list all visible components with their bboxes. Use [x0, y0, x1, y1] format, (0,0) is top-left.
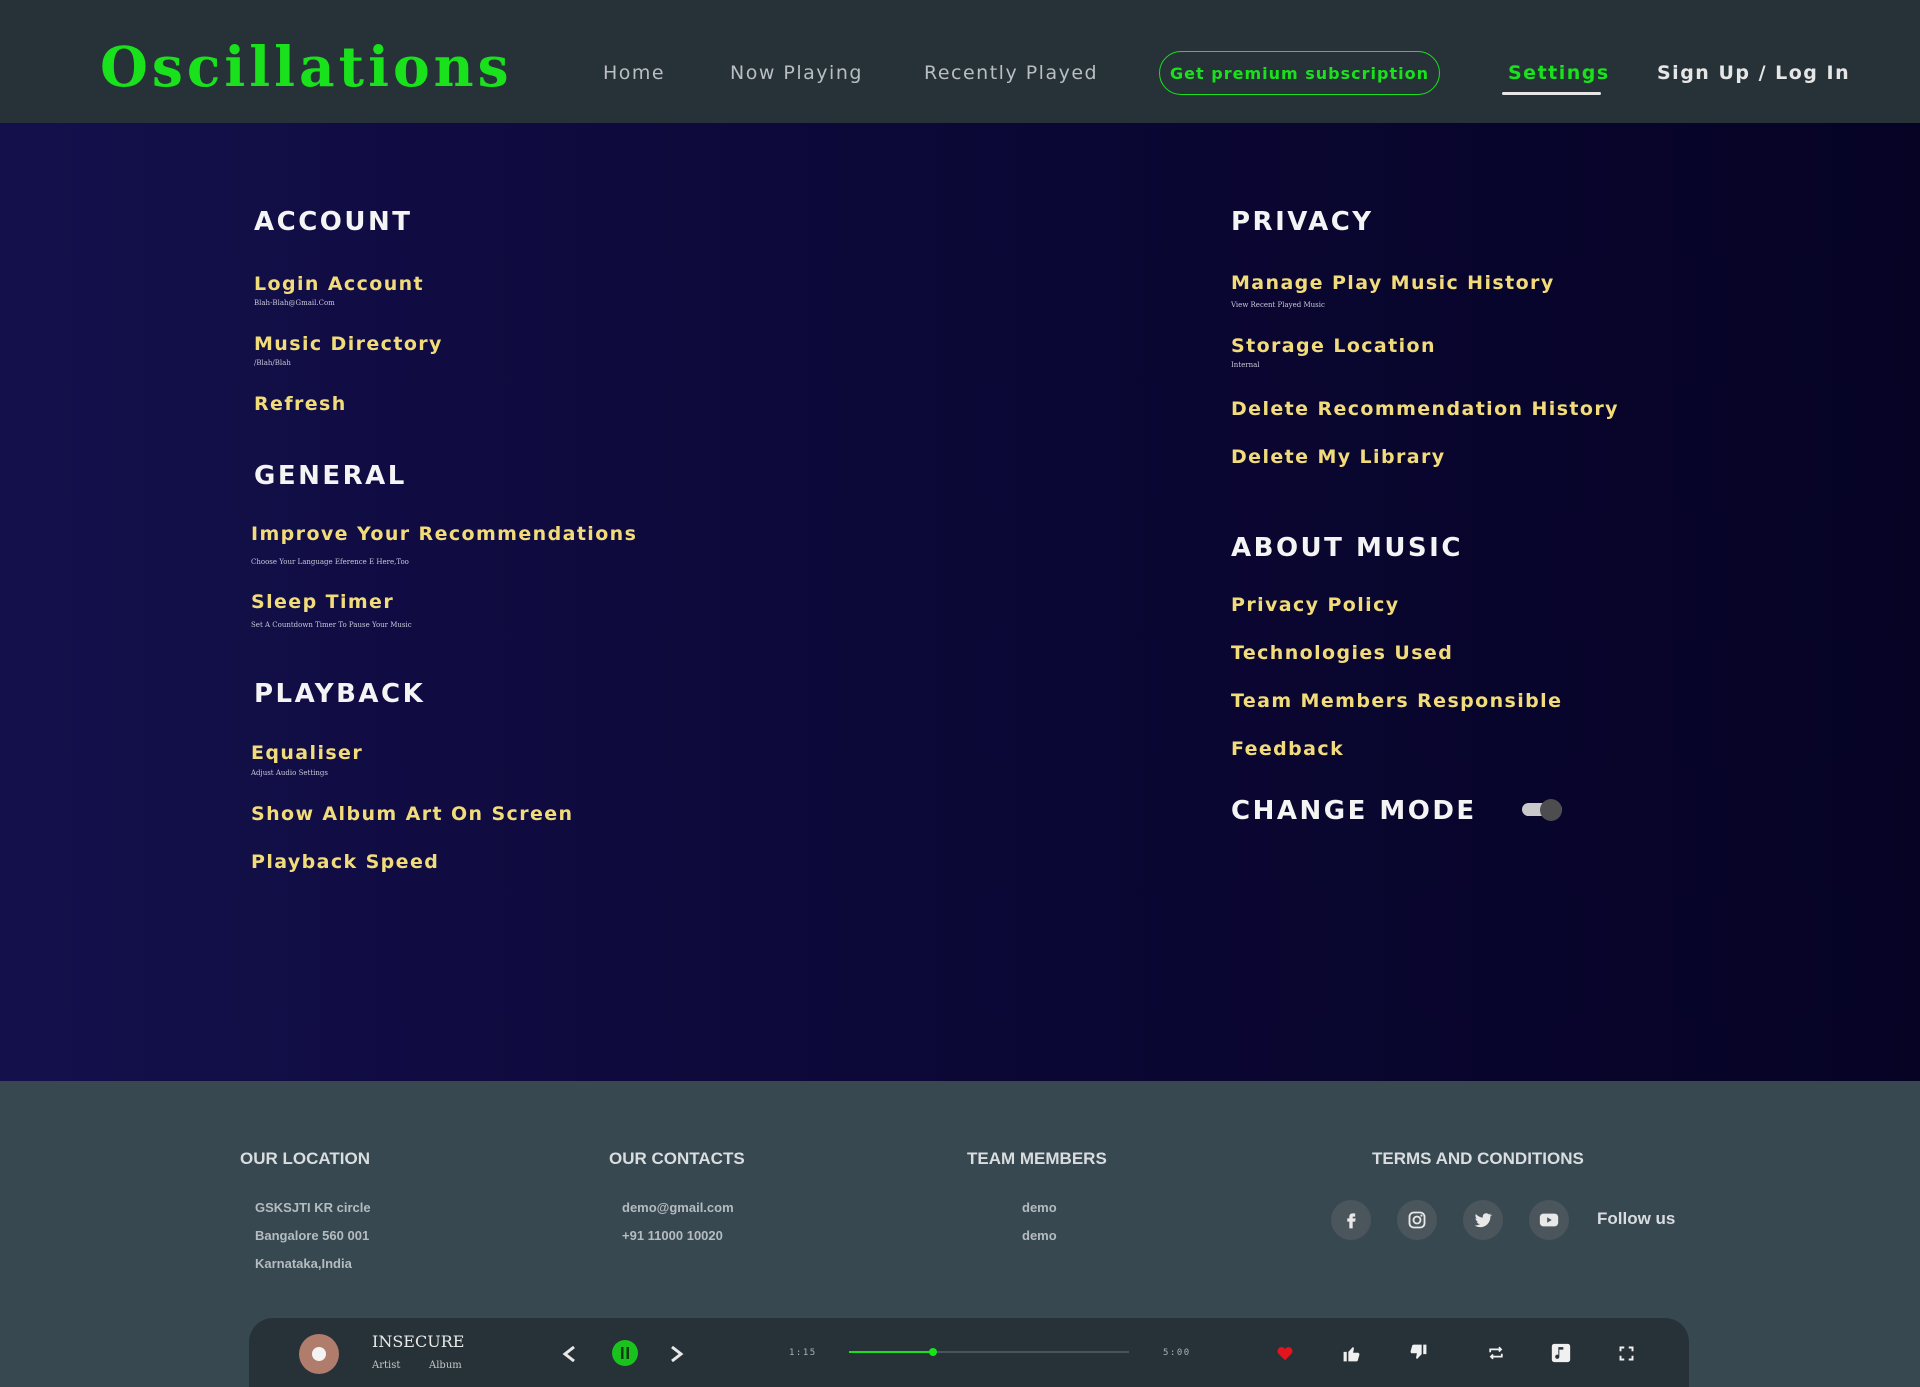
setting-playback-speed[interactable]: Playback Speed	[251, 851, 439, 873]
nav-home[interactable]: Home	[603, 62, 665, 84]
section-title-account: ACCOUNT	[254, 207, 413, 237]
music-player-bar: INSECURE Artist Album 1:15 5:00	[249, 1318, 1689, 1387]
setting-login-account-subtitle: Blah-Blah@Gmail.Com	[254, 299, 335, 307]
setting-sleep-timer-subtitle: Set A Countdown Timer To Pause Your Musi…	[251, 621, 412, 629]
song-title: INSECURE	[372, 1332, 465, 1351]
total-time: 5:00	[1163, 1348, 1191, 1358]
footer-team-title: TEAM MEMBERS	[967, 1149, 1107, 1168]
app-logo[interactable]: Oscillations	[100, 34, 513, 99]
setting-delete-recommendation-history[interactable]: Delete Recommendation History	[1231, 398, 1619, 420]
thumbs-down-icon[interactable]	[1406, 1340, 1430, 1364]
album-disc-icon[interactable]	[299, 1334, 339, 1374]
instagram-icon[interactable]	[1397, 1200, 1437, 1240]
change-mode-label: CHANGE MODE	[1231, 796, 1477, 826]
setting-technologies-used[interactable]: Technologies Used	[1231, 642, 1453, 664]
footer-location-line: Bangalore 560 001	[255, 1228, 370, 1243]
setting-feedback[interactable]: Feedback	[1231, 738, 1344, 760]
follow-us-label: Follow us	[1597, 1209, 1676, 1228]
song-artist[interactable]: Artist	[372, 1360, 400, 1371]
song-album[interactable]: Album	[429, 1360, 462, 1371]
pause-icon[interactable]	[612, 1340, 638, 1366]
footer-team-member: demo	[1022, 1200, 1057, 1215]
setting-manage-history[interactable]: Manage Play Music History	[1231, 272, 1555, 294]
section-title-privacy: PRIVACY	[1231, 207, 1374, 237]
setting-sleep-timer[interactable]: Sleep Timer	[251, 591, 394, 613]
next-icon[interactable]	[667, 1341, 687, 1367]
setting-login-account[interactable]: Login Account	[254, 273, 424, 295]
setting-improve-recommendations-subtitle: Choose Your Language Eference E Here,Too	[251, 558, 409, 566]
nav-now-playing[interactable]: Now Playing	[730, 62, 863, 84]
setting-team-members[interactable]: Team Members Responsible	[1231, 690, 1562, 712]
facebook-icon[interactable]	[1331, 1200, 1371, 1240]
setting-music-directory-subtitle: /Blah/Blah	[254, 359, 291, 367]
section-title-about-music: ABOUT MUSIC	[1231, 533, 1463, 563]
footer-team-member: demo	[1022, 1228, 1057, 1243]
settings-panel: ACCOUNT Login Account Blah-Blah@Gmail.Co…	[0, 123, 1920, 1081]
setting-equaliser-subtitle: Adjust Audio Settings	[251, 769, 328, 777]
setting-privacy-policy[interactable]: Privacy Policy	[1231, 594, 1400, 616]
footer-location-line: Karnataka,India	[255, 1256, 352, 1271]
previous-icon[interactable]	[559, 1341, 579, 1367]
premium-subscription-button[interactable]: Get premium subscription	[1159, 51, 1440, 95]
youtube-icon[interactable]	[1529, 1200, 1569, 1240]
progress-track[interactable]	[849, 1348, 1129, 1356]
nav-recently-played[interactable]: Recently Played	[924, 62, 1098, 84]
toggle-knob	[1540, 799, 1562, 821]
setting-show-album-art[interactable]: Show Album Art On Screen	[251, 803, 573, 825]
section-title-playback: PLAYBACK	[254, 679, 426, 709]
nav-settings[interactable]: Settings	[1508, 62, 1610, 84]
top-navbar: Oscillations Home Now Playing Recently P…	[0, 0, 1920, 123]
setting-improve-recommendations[interactable]: Improve Your Recommendations	[251, 523, 637, 545]
section-title-general: GENERAL	[254, 461, 407, 491]
setting-refresh[interactable]: Refresh	[254, 393, 347, 415]
heart-icon[interactable]	[1274, 1342, 1296, 1364]
setting-delete-library[interactable]: Delete My Library	[1231, 446, 1446, 468]
setting-storage-location[interactable]: Storage Location	[1231, 335, 1436, 357]
footer-contacts-title: OUR CONTACTS	[609, 1149, 745, 1168]
twitter-icon[interactable]	[1463, 1200, 1503, 1240]
nav-signup-login[interactable]: Sign Up / Log In	[1657, 62, 1850, 84]
footer-contact-email[interactable]: demo@gmail.com	[622, 1200, 734, 1215]
current-time: 1:15	[789, 1348, 817, 1358]
setting-manage-history-subtitle: View Recent Played Music	[1231, 301, 1325, 309]
footer-contact-phone[interactable]: +91 11000 10020	[622, 1228, 723, 1243]
repeat-icon[interactable]	[1484, 1341, 1508, 1365]
footer-location-line: GSKSJTI KR circle	[255, 1200, 371, 1215]
active-tab-indicator	[1502, 92, 1601, 95]
fullscreen-icon[interactable]	[1615, 1342, 1637, 1364]
footer-terms-title[interactable]: TERMS AND CONDITIONS	[1372, 1149, 1584, 1169]
progress-thumb[interactable]	[929, 1348, 937, 1356]
progress-fill	[849, 1351, 933, 1353]
thumbs-up-icon[interactable]	[1339, 1341, 1363, 1365]
footer-location-title: OUR LOCATION	[240, 1149, 371, 1168]
setting-music-directory[interactable]: Music Directory	[254, 333, 443, 355]
music-note-icon[interactable]	[1549, 1341, 1573, 1365]
change-mode-toggle[interactable]	[1522, 799, 1564, 821]
setting-equaliser[interactable]: Equaliser	[251, 742, 363, 764]
setting-storage-location-subtitle: Internal	[1231, 361, 1260, 369]
